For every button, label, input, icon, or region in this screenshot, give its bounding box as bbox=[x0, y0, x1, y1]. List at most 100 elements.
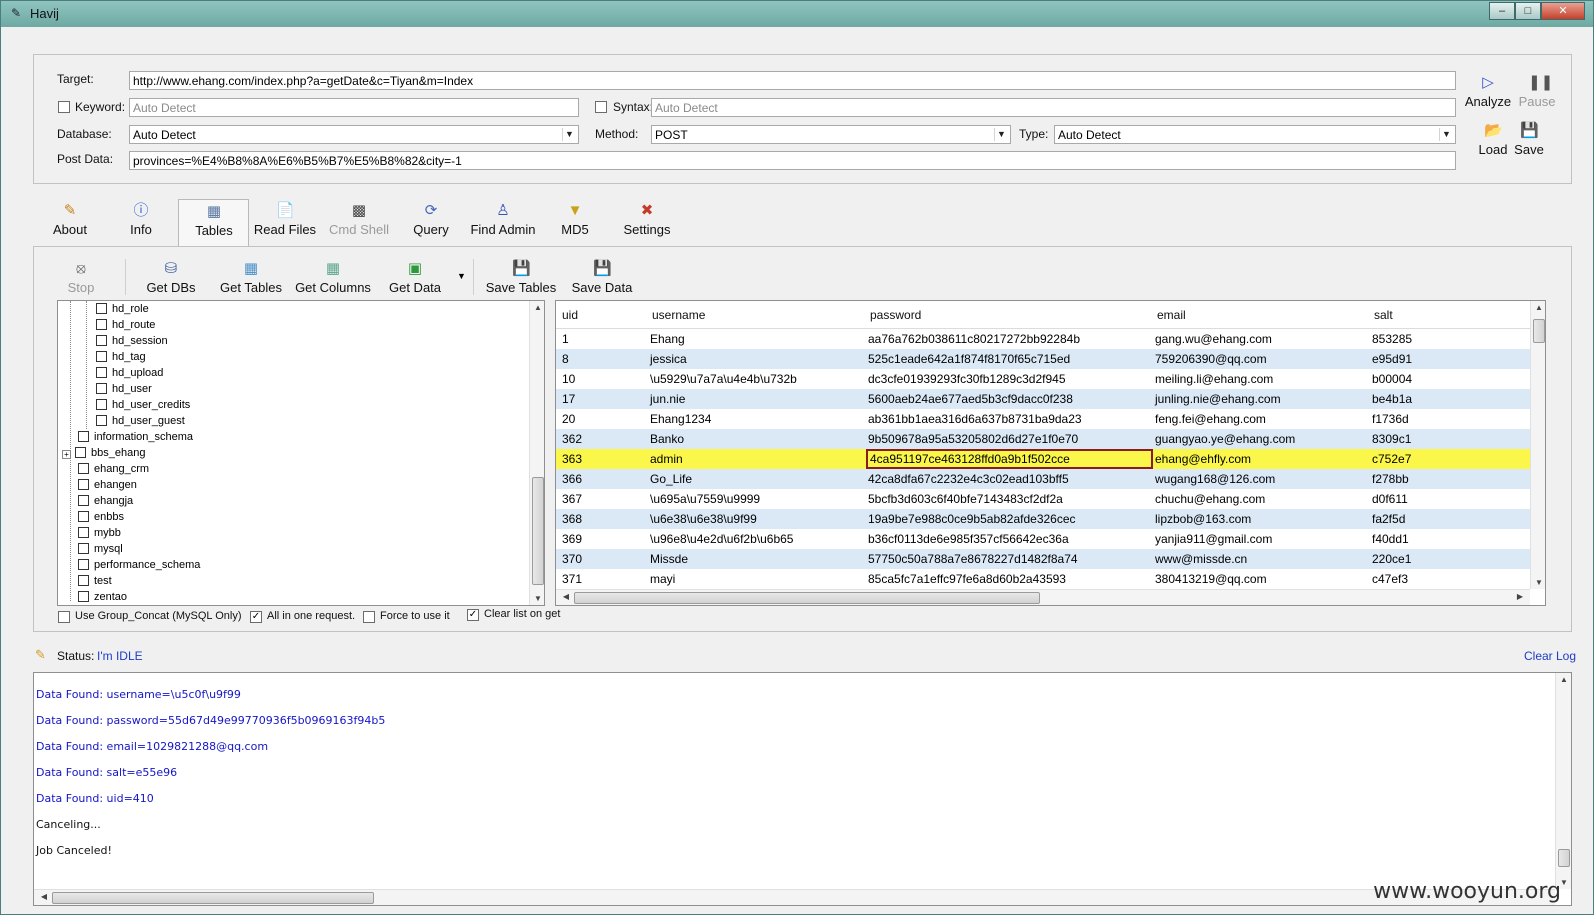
column-header-email[interactable]: email bbox=[1157, 308, 1186, 322]
tree-table-item[interactable]: hd_role bbox=[96, 301, 149, 317]
tree-db-item[interactable]: enbbs bbox=[78, 509, 124, 525]
get-data-dropdown-icon[interactable]: ▼ bbox=[457, 271, 466, 281]
scroll-left-icon[interactable]: ◀ bbox=[36, 892, 52, 901]
save-button[interactable]: 💾 Save bbox=[1509, 122, 1549, 157]
column-header-password[interactable]: password bbox=[870, 308, 921, 322]
scroll-up-icon[interactable]: ▲ bbox=[530, 303, 544, 312]
tree-table-item[interactable]: hd_route bbox=[96, 317, 155, 333]
scroll-right-icon[interactable]: ▶ bbox=[1512, 592, 1528, 601]
chevron-down-icon[interactable]: ▼ bbox=[1439, 128, 1453, 141]
table-row[interactable]: 370 Missde 57750c50a788a7e8678227d1482f8… bbox=[556, 549, 1531, 569]
tree-table-item[interactable]: hd_user_guest bbox=[96, 413, 185, 429]
table-row[interactable]: 20 Ehang1234 ab361bb1aea316d6a637b8731ba… bbox=[556, 409, 1531, 429]
analyze-button[interactable]: ▷ Analyze bbox=[1463, 74, 1513, 109]
tab-md5[interactable]: ▼ MD5 bbox=[557, 202, 593, 237]
keyword-input[interactable]: Auto Detect bbox=[129, 98, 579, 117]
tree-db-item[interactable]: zentao bbox=[78, 589, 127, 605]
scroll-up-icon[interactable]: ▲ bbox=[1556, 675, 1571, 684]
chevron-down-icon[interactable]: ▼ bbox=[562, 128, 576, 141]
tree-db-item[interactable]: + bbs_ehang bbox=[62, 445, 145, 461]
table-row[interactable]: 1 Ehang aa76a762b038611c80217272bb92284b… bbox=[556, 329, 1531, 349]
tree-db-item[interactable]: ehangen bbox=[78, 477, 137, 493]
scroll-left-icon[interactable]: ◀ bbox=[558, 592, 574, 601]
load-button[interactable]: 📂 Load bbox=[1473, 122, 1513, 157]
column-header-username[interactable]: username bbox=[652, 308, 705, 322]
pause-button[interactable]: ❚❚ Pause bbox=[1515, 74, 1559, 109]
tree-db-item[interactable]: performance_schema bbox=[78, 557, 200, 573]
group-concat-checkbox[interactable] bbox=[58, 611, 70, 623]
syntax-input[interactable]: Auto Detect bbox=[651, 98, 1456, 117]
table-row[interactable]: 10 \u5929\u7a7a\u4e4b\u732b dc3cfe019392… bbox=[556, 369, 1531, 389]
grid-horizontal-scrollbar[interactable]: ◀ ▶ bbox=[556, 589, 1530, 605]
type-select[interactable]: Auto Detect ▼ bbox=[1054, 125, 1456, 144]
get-columns-button[interactable]: ▦ Get Columns bbox=[293, 260, 373, 295]
keyword-checkbox[interactable] bbox=[58, 101, 70, 113]
tree-scrollbar[interactable]: ▲ ▼ bbox=[529, 301, 544, 605]
tab-about[interactable]: ✎ About bbox=[45, 202, 95, 237]
scroll-down-icon[interactable]: ▼ bbox=[1531, 578, 1545, 587]
postdata-input[interactable]: provinces=%E4%B8%8A%E6%B5%B7%E5%B8%82&ci… bbox=[129, 151, 1456, 170]
get-data-button[interactable]: ▣ Get Data bbox=[385, 260, 445, 295]
tree-table-item[interactable]: hd_user bbox=[96, 381, 152, 397]
all-in-one-checkbox[interactable]: ✓ bbox=[250, 611, 262, 623]
tree-table-item[interactable]: hd_upload bbox=[96, 365, 163, 381]
tree-db-item[interactable]: mybb bbox=[78, 525, 121, 541]
table-row[interactable]: 366 Go_Life 42ca8dfa67c2232e4c3c02ead103… bbox=[556, 469, 1531, 489]
tree-db-item[interactable]: mysql bbox=[78, 541, 123, 557]
tree-db-item[interactable]: ehangja bbox=[78, 493, 133, 509]
tree-db-item[interactable]: ehang_crm bbox=[78, 461, 149, 477]
scroll-down-icon[interactable]: ▼ bbox=[530, 594, 544, 603]
tree-db-item[interactable]: test bbox=[78, 573, 112, 589]
table-row[interactable]: 8 jessica 525c1eade642a1f874f8170f65c715… bbox=[556, 349, 1531, 369]
log-hscroll-thumb[interactable] bbox=[52, 892, 374, 904]
tab-info[interactable]: ⓘ Info bbox=[119, 202, 163, 237]
grid-hscroll-thumb[interactable] bbox=[574, 592, 1040, 604]
log-vscroll-thumb[interactable] bbox=[1558, 849, 1570, 867]
minimize-button[interactable]: – bbox=[1489, 2, 1515, 20]
method-select[interactable]: POST ▼ bbox=[651, 125, 1011, 144]
table-row[interactable]: 368 \u6e38\u6e38\u9f99 19a9be7e988c0ce9b… bbox=[556, 509, 1531, 529]
database-label: Database: bbox=[57, 127, 112, 141]
focused-cell[interactable]: 4ca951197ce463128ffd0a9b1f502cce bbox=[866, 449, 1153, 469]
table-row[interactable]: 369 \u96e8\u4e2d\u6f2b\u6b65 b36cf0113de… bbox=[556, 529, 1531, 549]
table-row[interactable]: 362 Banko 9b509678a95a53205802d6d27e1f0e… bbox=[556, 429, 1531, 449]
grid-vertical-scrollbar[interactable]: ▲ ▼ bbox=[1530, 301, 1545, 589]
chevron-down-icon[interactable]: ▼ bbox=[994, 128, 1008, 141]
tab-cmd-shell[interactable]: ▩ Cmd Shell bbox=[325, 202, 393, 237]
clear-list-checkbox[interactable]: ✓ bbox=[467, 609, 479, 621]
stop-button[interactable]: ⦻ Stop bbox=[59, 260, 103, 295]
tab-read-files[interactable]: 📄 Read Files bbox=[253, 202, 317, 237]
table-row[interactable]: 371 mayi 85ca5fc7a1effc97fe6a8d60b2a4359… bbox=[556, 569, 1531, 589]
expand-icon[interactable]: + bbox=[62, 450, 71, 459]
tree-table-item[interactable]: hd_tag bbox=[96, 349, 146, 365]
tab-query[interactable]: ⟳ Query bbox=[407, 202, 455, 237]
get-tables-button[interactable]: ▦ Get Tables bbox=[217, 260, 285, 295]
clear-log-link[interactable]: Clear Log bbox=[1524, 649, 1576, 663]
database-select[interactable]: Auto Detect ▼ bbox=[129, 125, 579, 144]
grid-vscroll-thumb[interactable] bbox=[1533, 319, 1545, 343]
tree-table-item[interactable]: hd_user_credits bbox=[96, 397, 190, 413]
table-row[interactable]: 367 \u695a\u7559\u9999 5bcfb3d603c6f40bf… bbox=[556, 489, 1531, 509]
scroll-up-icon[interactable]: ▲ bbox=[1531, 303, 1545, 312]
maximize-button[interactable]: □ bbox=[1515, 2, 1541, 20]
tab-find-admin[interactable]: ♙ Find Admin bbox=[467, 202, 539, 237]
pause-icon: ❚❚ bbox=[1528, 74, 1554, 91]
tree-db-item[interactable]: information_schema bbox=[78, 429, 193, 445]
syntax-checkbox[interactable] bbox=[595, 101, 607, 113]
target-input[interactable]: http://www.ehang.com/index.php?a=getDate… bbox=[129, 71, 1456, 90]
get-dbs-button[interactable]: ⛁ Get DBs bbox=[141, 260, 201, 295]
log-horizontal-scrollbar[interactable]: ◀ bbox=[34, 889, 1555, 905]
table-row-selected[interactable]: 363 admin 4ca951197ce463128ffd0a9b1f502c… bbox=[556, 449, 1531, 469]
close-button[interactable]: ✕ bbox=[1541, 2, 1585, 20]
force-checkbox[interactable] bbox=[363, 611, 375, 623]
column-header-salt[interactable]: salt bbox=[1374, 308, 1393, 322]
tab-settings[interactable]: ✖ Settings bbox=[619, 202, 675, 237]
save-data-button[interactable]: 💾 Save Data bbox=[569, 260, 635, 295]
tree-scroll-thumb[interactable] bbox=[532, 477, 544, 585]
table-row[interactable]: 17 jun.nie 5600aeb24ae677aed5b3cf9dacc0f… bbox=[556, 389, 1531, 409]
save-tables-button[interactable]: 💾 Save Tables bbox=[485, 260, 557, 295]
tab-tables[interactable]: ▦ Tables bbox=[181, 203, 247, 238]
tree-table-item[interactable]: hd_session bbox=[96, 333, 168, 349]
column-header-uid[interactable]: uid bbox=[562, 308, 578, 322]
log-vertical-scrollbar[interactable]: ▲ ▼ bbox=[1555, 673, 1571, 889]
